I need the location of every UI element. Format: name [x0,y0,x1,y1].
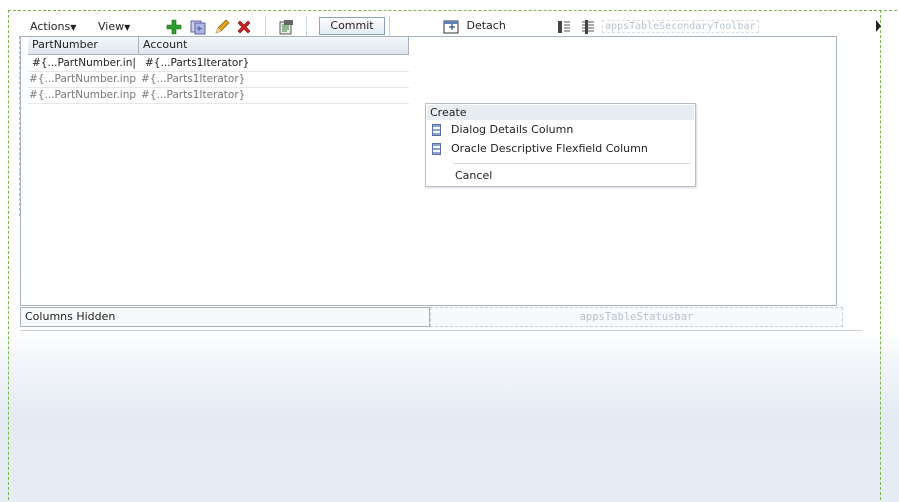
popup-header: Create [427,105,694,120]
table-cell[interactable]: #{...PartNumber.in| [32,56,138,71]
collapse-handle-icon[interactable] [876,20,881,32]
menu-separator [454,163,690,164]
detach-label: Detach [466,19,506,32]
statusbar-label: appsTableStatusbar [579,311,694,323]
toolbar-separator [265,16,266,36]
view-menu[interactable]: View▼ [98,20,130,33]
columns-hidden-label: Columns Hidden [25,310,116,323]
table-row[interactable]: #{...PartNumber.inp #{...Parts1Iterator} [28,72,409,88]
column-header-label: PartNumber [32,38,98,51]
toolbar-separator [306,16,307,36]
delete-icon[interactable] [236,19,252,35]
create-column-popup: Create Dialog Details Column Oracle Desc… [425,103,696,187]
column-header-label: Account [143,38,188,51]
toolbar-separator [389,16,390,36]
table-row[interactable]: #{...PartNumber.inp #{...Parts1Iterator} [28,88,409,104]
table-cell[interactable]: #{...PartNumber.inp [29,72,140,87]
commit-button[interactable]: Commit [319,17,385,35]
menu-item-flexfield-column[interactable]: Oracle Descriptive Flexfield Column [432,140,648,158]
table-cell[interactable]: #{...PartNumber.inp [29,88,140,103]
freeze-icon[interactable] [556,19,572,35]
chevron-down-icon: ▼ [124,23,131,32]
actions-menu-label: Actions [30,20,71,33]
menu-item-label: Cancel [455,169,493,182]
secondary-toolbar-label: appsTableSecondaryToolbar [602,20,759,33]
menu-item-label: Dialog Details Column [451,123,574,136]
right-layout-border [880,10,882,500]
table-cell[interactable]: #{...Parts1Iterator} [145,56,295,71]
chevron-down-icon: ▼ [70,23,77,32]
duplicate-icon[interactable] [190,19,206,35]
view-menu-label: View [98,20,125,33]
detach-button[interactable]: Detach [443,18,506,36]
secondary-toolbar-placeholder: appsTableSecondaryToolbar [602,19,759,33]
column-icon [432,124,441,136]
menu-item-dialog-details-column[interactable]: Dialog Details Column [432,121,573,139]
column-header-partnumber[interactable]: PartNumber [28,37,139,55]
menu-item-cancel[interactable]: Cancel [455,167,492,185]
divider [20,330,862,331]
menu-item-label: Oracle Descriptive Flexfield Column [451,142,648,155]
table-row[interactable]: #{...PartNumber.in| #{...Parts1Iterator} [28,56,409,72]
actions-menu[interactable]: Actions▼ [30,20,76,33]
table-cell[interactable]: #{...Parts1Iterator} [141,72,291,87]
table-cell[interactable]: #{...Parts1Iterator} [141,88,291,103]
edit-icon[interactable] [214,19,230,35]
column-header-account[interactable]: Account [139,37,409,55]
column-icon [432,143,441,155]
export-icon[interactable] [278,19,294,35]
detach-icon [443,20,459,34]
wrap-icon[interactable] [580,19,596,35]
table-statusbar-placeholder: appsTableStatusbar [430,307,843,327]
columns-hidden-status: Columns Hidden [20,307,430,327]
add-icon[interactable] [166,19,182,35]
